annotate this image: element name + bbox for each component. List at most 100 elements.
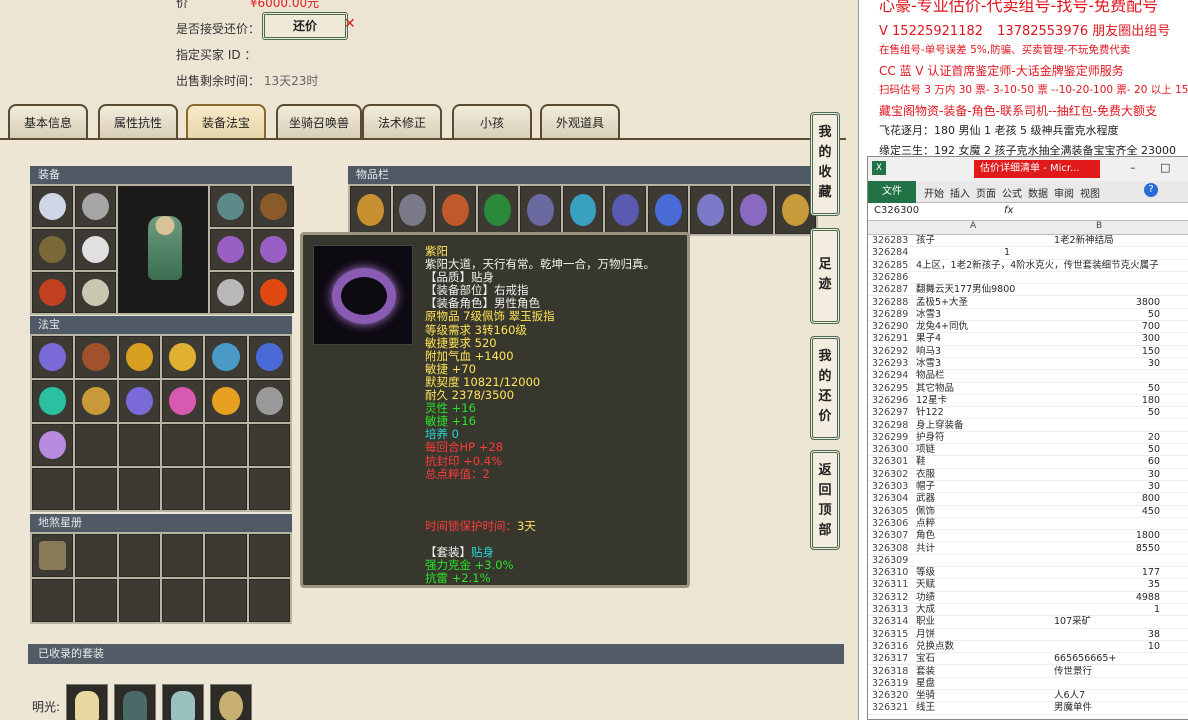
counter-offer-button[interactable]: 还价	[262, 12, 348, 40]
treasure-slot[interactable]	[32, 336, 74, 378]
cell-a[interactable]: 武器	[916, 493, 935, 505]
my-counter-offers-button[interactable]: 我的还价	[810, 336, 840, 440]
cell-b-number[interactable]: 30	[1054, 469, 1160, 481]
equip-slot[interactable]	[210, 186, 251, 227]
table-row[interactable]: 326288 孟极5+大圣 3800	[868, 297, 1188, 309]
tab-attributes[interactable]: 属性抗性	[98, 104, 178, 138]
treasure-slot[interactable]	[32, 468, 74, 510]
cell-a[interactable]: 角色	[916, 530, 935, 542]
cell-b[interactable]: 男魔单件	[1054, 702, 1092, 714]
table-row[interactable]: 326297 针122 50	[868, 407, 1188, 420]
table-row[interactable]: 326303 帽子 30	[868, 481, 1188, 494]
cell-b-number[interactable]: 4988	[1054, 592, 1160, 604]
treasure-slot[interactable]	[248, 380, 290, 422]
table-row[interactable]: 326298 身上穿装备	[868, 420, 1188, 432]
row-number[interactable]: 326301	[872, 456, 908, 468]
cell-b-number[interactable]: 177	[1054, 567, 1160, 579]
equip-slot[interactable]	[75, 229, 116, 270]
cell-b-number[interactable]: 800	[1054, 493, 1160, 505]
ribbon-review[interactable]: 审阅	[1054, 185, 1074, 200]
row-number[interactable]: 326298	[872, 420, 908, 432]
cell-b-number[interactable]: 50	[1054, 444, 1160, 456]
cell-a[interactable]: 冰雪3	[916, 358, 941, 370]
row-number[interactable]: 326296	[872, 395, 908, 407]
item-slot[interactable]	[562, 186, 604, 234]
row-number[interactable]: 326293	[872, 358, 908, 370]
cell-b-number[interactable]: 38	[1054, 629, 1160, 641]
cell-b-number[interactable]: 35	[1054, 579, 1160, 591]
cell-a[interactable]: 线王	[916, 702, 935, 714]
table-row[interactable]: 326321 线王 男魔单件	[868, 702, 1188, 715]
table-row[interactable]: 326291 果子4 300	[868, 333, 1188, 346]
row-number[interactable]: 326302	[872, 469, 908, 481]
treasure-slot[interactable]	[161, 380, 204, 422]
row-number[interactable]: 326321	[872, 702, 908, 714]
treasure-slot[interactable]	[205, 468, 247, 510]
cell-b-number[interactable]: 50	[1054, 383, 1160, 395]
cell-b-number[interactable]: 20	[1054, 432, 1160, 444]
row-number[interactable]: 326305	[872, 506, 908, 518]
table-row[interactable]: 326317 宝石 665656665+	[868, 653, 1188, 666]
cell-b-number[interactable]: 450	[1054, 506, 1160, 518]
cell-a[interactable]: 天赋	[916, 579, 935, 591]
ribbon-view[interactable]: 视图	[1080, 185, 1100, 200]
treasure-slot[interactable]	[248, 336, 290, 378]
cell-a[interactable]: 孩子	[916, 235, 935, 247]
equip-slot[interactable]	[253, 229, 294, 270]
star-slot[interactable]	[32, 534, 74, 577]
cell-a[interactable]: 月饼	[916, 629, 935, 641]
row-number[interactable]: 326316	[872, 641, 908, 653]
back-to-top-button[interactable]: 返回顶部	[810, 450, 840, 550]
row-number[interactable]: 326314	[872, 616, 908, 628]
cell-b-number[interactable]: 60	[1054, 456, 1160, 468]
equip-slot[interactable]	[253, 272, 294, 313]
row-number[interactable]: 326313	[872, 604, 908, 616]
cell-a[interactable]: 帽子	[916, 481, 935, 493]
cell-b[interactable]: 传世景行	[1054, 666, 1092, 678]
table-row[interactable]: 326308 共计 8550	[868, 543, 1188, 555]
cell-a[interactable]: 点粹	[916, 518, 935, 530]
tab-appearance[interactable]: 外观道具	[540, 104, 620, 138]
row-number[interactable]: 326304	[872, 493, 908, 505]
minimize-icon[interactable]: –	[1130, 161, 1136, 174]
star-slot[interactable]	[75, 579, 117, 622]
cell-b-number[interactable]: 150	[1054, 346, 1160, 358]
star-slot[interactable]	[75, 534, 117, 577]
cell-a[interactable]: 套装	[916, 666, 935, 678]
row-number[interactable]: 326291	[872, 333, 908, 345]
help-icon[interactable]: ?	[1144, 183, 1158, 197]
cell-a[interactable]: 孟极5+大圣	[916, 297, 968, 309]
treasure-slot[interactable]	[248, 468, 290, 510]
item-slot[interactable]	[350, 186, 391, 234]
cell-a[interactable]: 大成	[916, 604, 935, 616]
equip-slot[interactable]	[253, 186, 294, 227]
table-row[interactable]: 326311 天赋 35	[868, 579, 1188, 592]
item-slot[interactable]	[647, 186, 689, 234]
row-number[interactable]: 326284	[872, 247, 908, 259]
table-row[interactable]: 326290 龙兔4+同仇 700	[868, 321, 1188, 334]
tab-equipment[interactable]: 装备法宝	[186, 104, 266, 138]
table-row[interactable]: 326309	[868, 555, 1188, 568]
table-row[interactable]: 326293 冰雪3 30	[868, 358, 1188, 371]
row-number[interactable]: 326317	[872, 653, 908, 665]
cell-b-number[interactable]: 300	[1054, 333, 1160, 345]
item-slot[interactable]	[690, 186, 731, 234]
row-number[interactable]: 326303	[872, 481, 908, 493]
treasure-slot[interactable]	[32, 380, 74, 422]
table-row[interactable]: 326300 项链 50	[868, 444, 1188, 457]
cell-a[interactable]: 项链	[916, 444, 935, 456]
set-item[interactable]	[210, 684, 252, 720]
cell-b-number[interactable]: 30	[1054, 481, 1160, 493]
equip-slot[interactable]	[32, 272, 73, 313]
table-row[interactable]: 326312 功绩 4988	[868, 592, 1188, 604]
star-slot[interactable]	[248, 579, 290, 622]
cell-a[interactable]: 物品栏	[916, 370, 945, 382]
cell-a[interactable]: 其它物品	[916, 383, 954, 395]
table-row[interactable]: 326301 鞋 60	[868, 456, 1188, 469]
star-slot[interactable]	[118, 579, 160, 622]
table-row[interactable]: 326289 冰雪3 50	[868, 309, 1188, 322]
row-number[interactable]: 326320	[872, 690, 908, 702]
table-row[interactable]: 326305 佩饰 450	[868, 506, 1188, 518]
cell-b-number[interactable]: 700	[1054, 321, 1160, 333]
row-number[interactable]: 326287	[872, 284, 908, 296]
